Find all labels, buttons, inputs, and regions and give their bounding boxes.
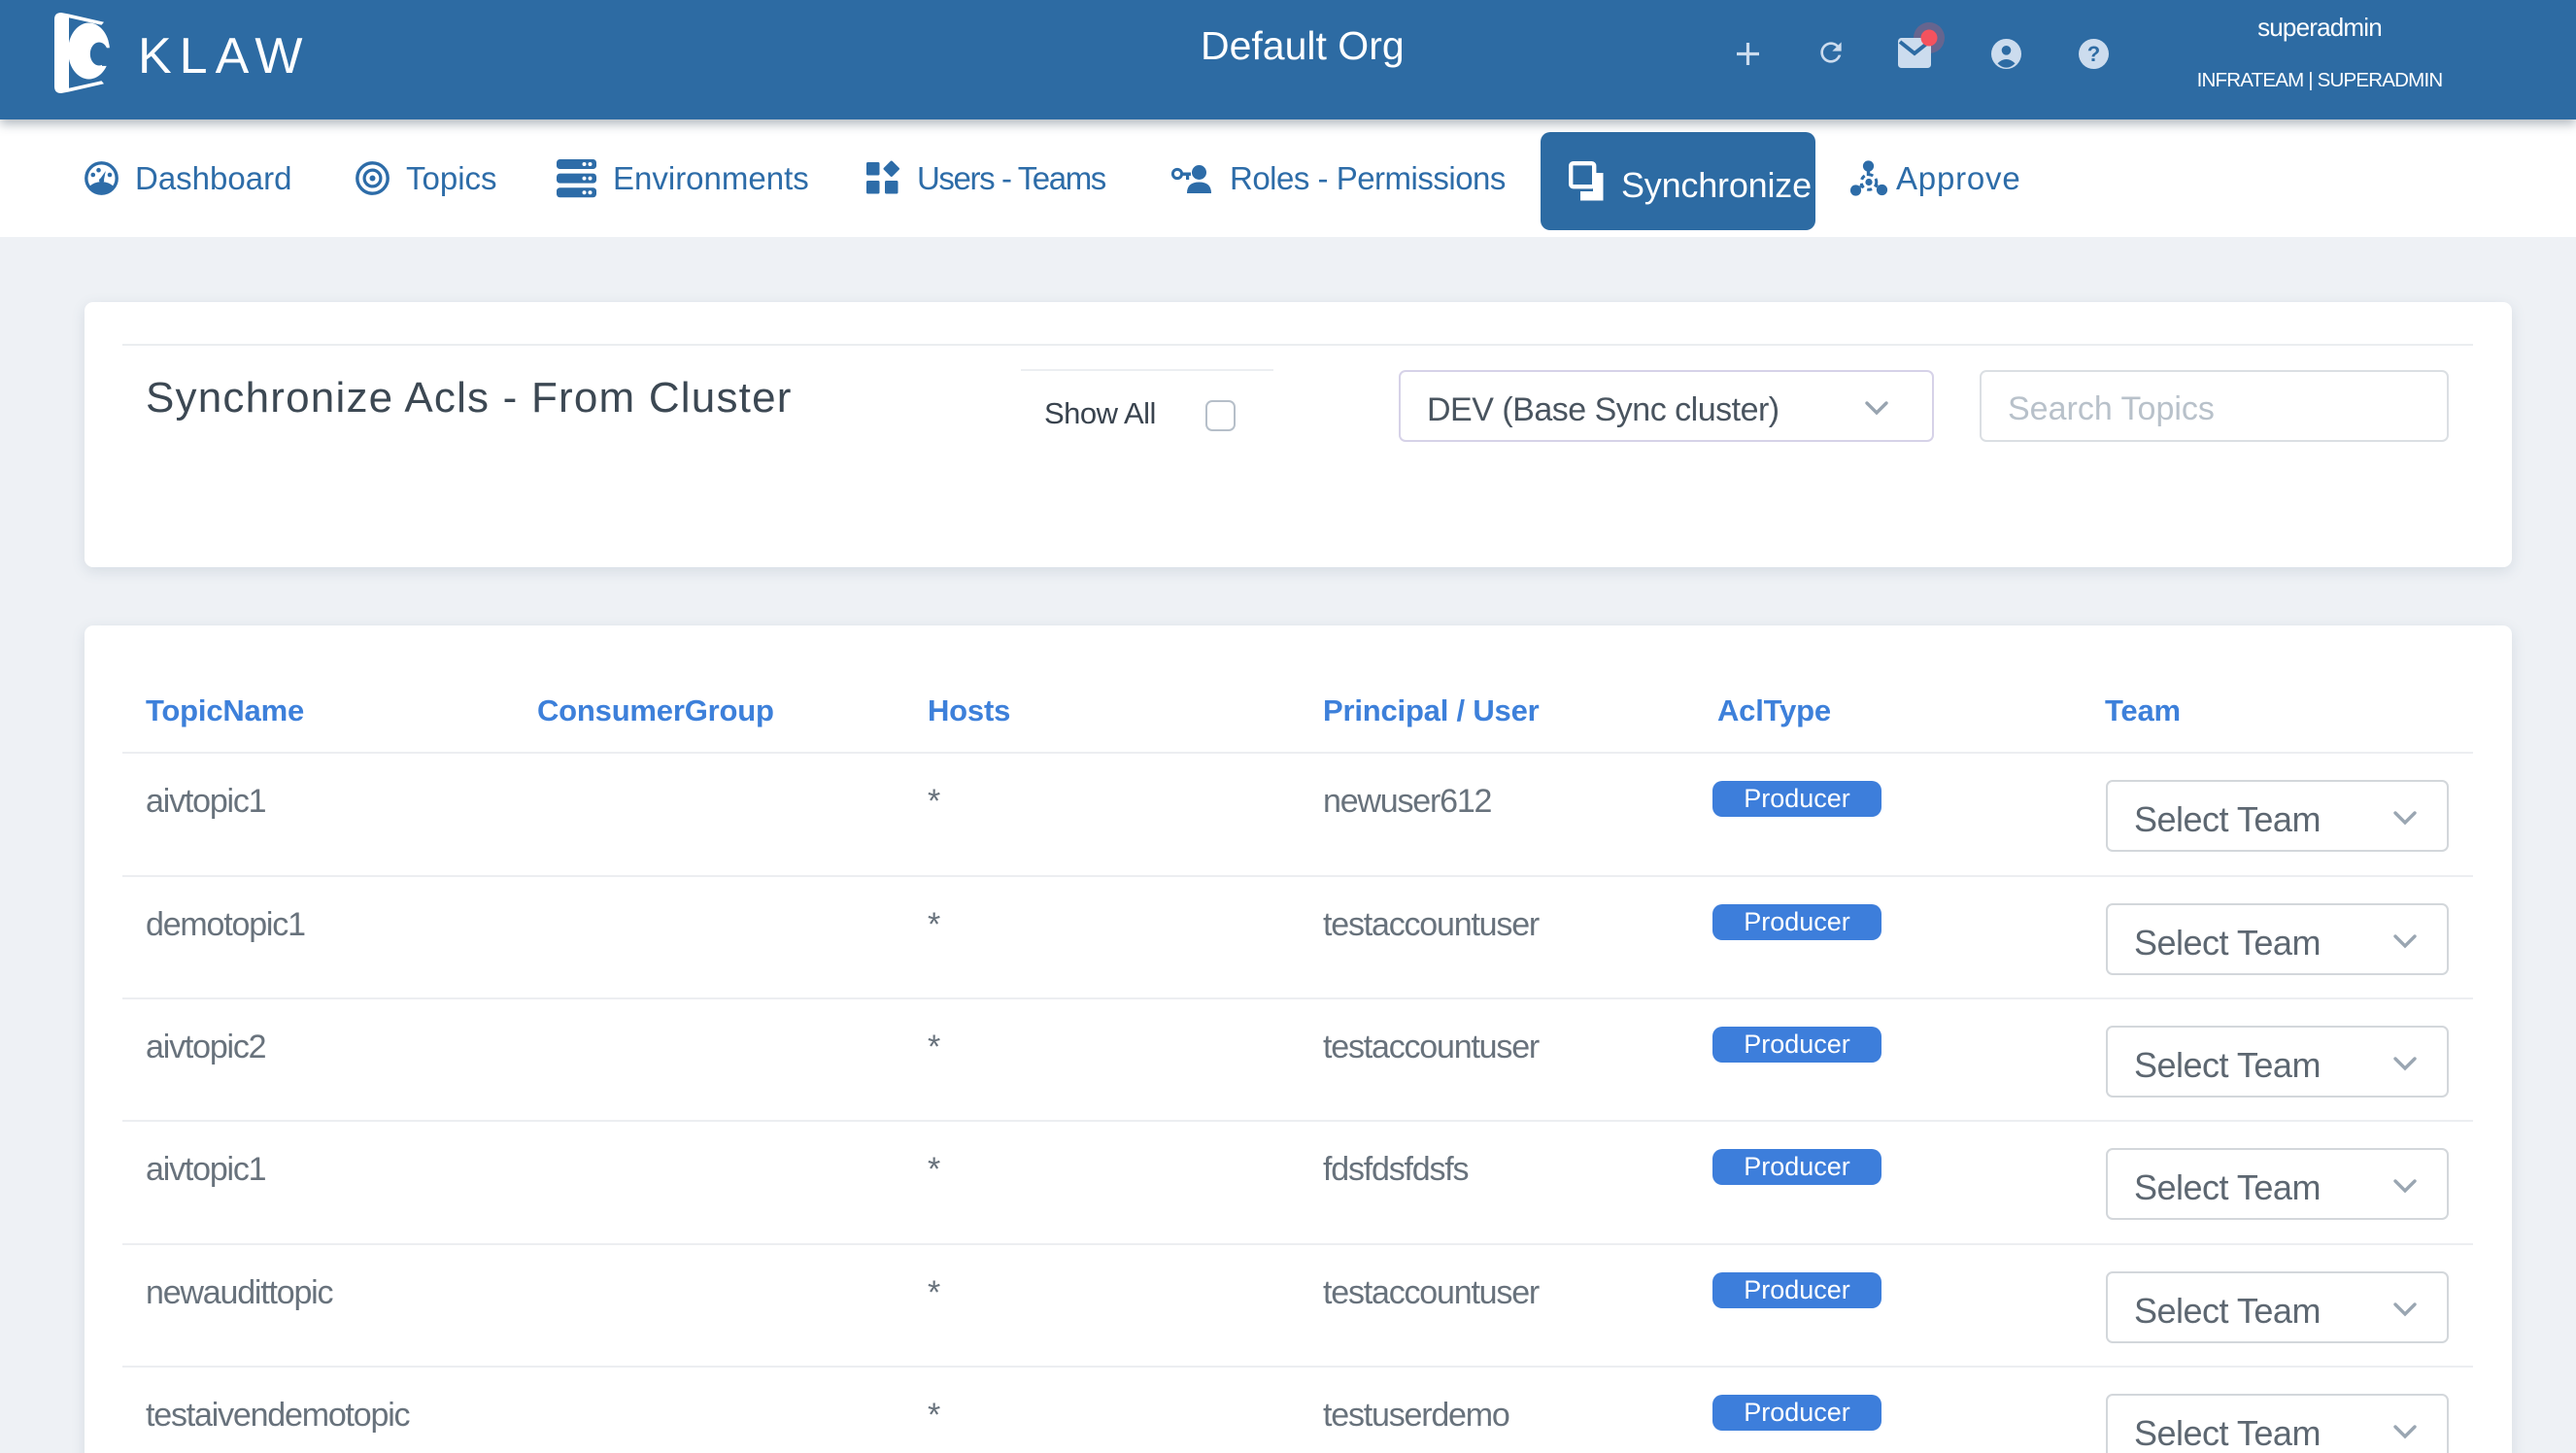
svg-text:?: ?: [2087, 42, 2100, 66]
